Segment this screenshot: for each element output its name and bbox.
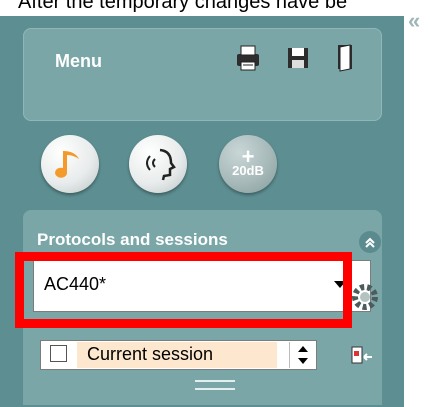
gear-icon[interactable] bbox=[348, 280, 382, 319]
plus-20db-label: 20dB bbox=[232, 163, 264, 178]
save-icon[interactable] bbox=[282, 42, 314, 74]
music-note-icon bbox=[55, 151, 79, 178]
collapse-up-icon[interactable] bbox=[359, 231, 381, 253]
spin-down-icon[interactable] bbox=[298, 358, 308, 364]
panel-right-strip bbox=[404, 0, 430, 407]
collapse-panel-icon[interactable]: « bbox=[408, 8, 420, 34]
caption-text: After the temporary changes have be bbox=[18, 0, 348, 13]
print-icon[interactable] bbox=[232, 42, 264, 74]
exit-door-icon[interactable] bbox=[329, 42, 361, 74]
plus-20db-button[interactable]: + 20dB bbox=[219, 135, 277, 193]
session-return-icon[interactable] bbox=[350, 345, 376, 372]
tone-test-button[interactable] bbox=[41, 135, 99, 193]
protocols-title: Protocols and sessions bbox=[37, 230, 228, 249]
current-session-label: Current session bbox=[87, 344, 214, 364]
spin-up-icon[interactable] bbox=[298, 346, 308, 352]
menu-box: Menu bbox=[23, 28, 382, 121]
speaking-head-icon bbox=[146, 148, 176, 181]
speech-test-button[interactable] bbox=[129, 135, 187, 193]
red-highlight-box bbox=[15, 252, 352, 328]
session-spinner[interactable] bbox=[289, 342, 316, 368]
resize-grip[interactable] bbox=[195, 380, 235, 390]
menu-label: Menu bbox=[55, 51, 102, 71]
current-session-checkbox[interactable] bbox=[50, 345, 67, 362]
current-session-field[interactable]: Current session bbox=[40, 340, 317, 370]
